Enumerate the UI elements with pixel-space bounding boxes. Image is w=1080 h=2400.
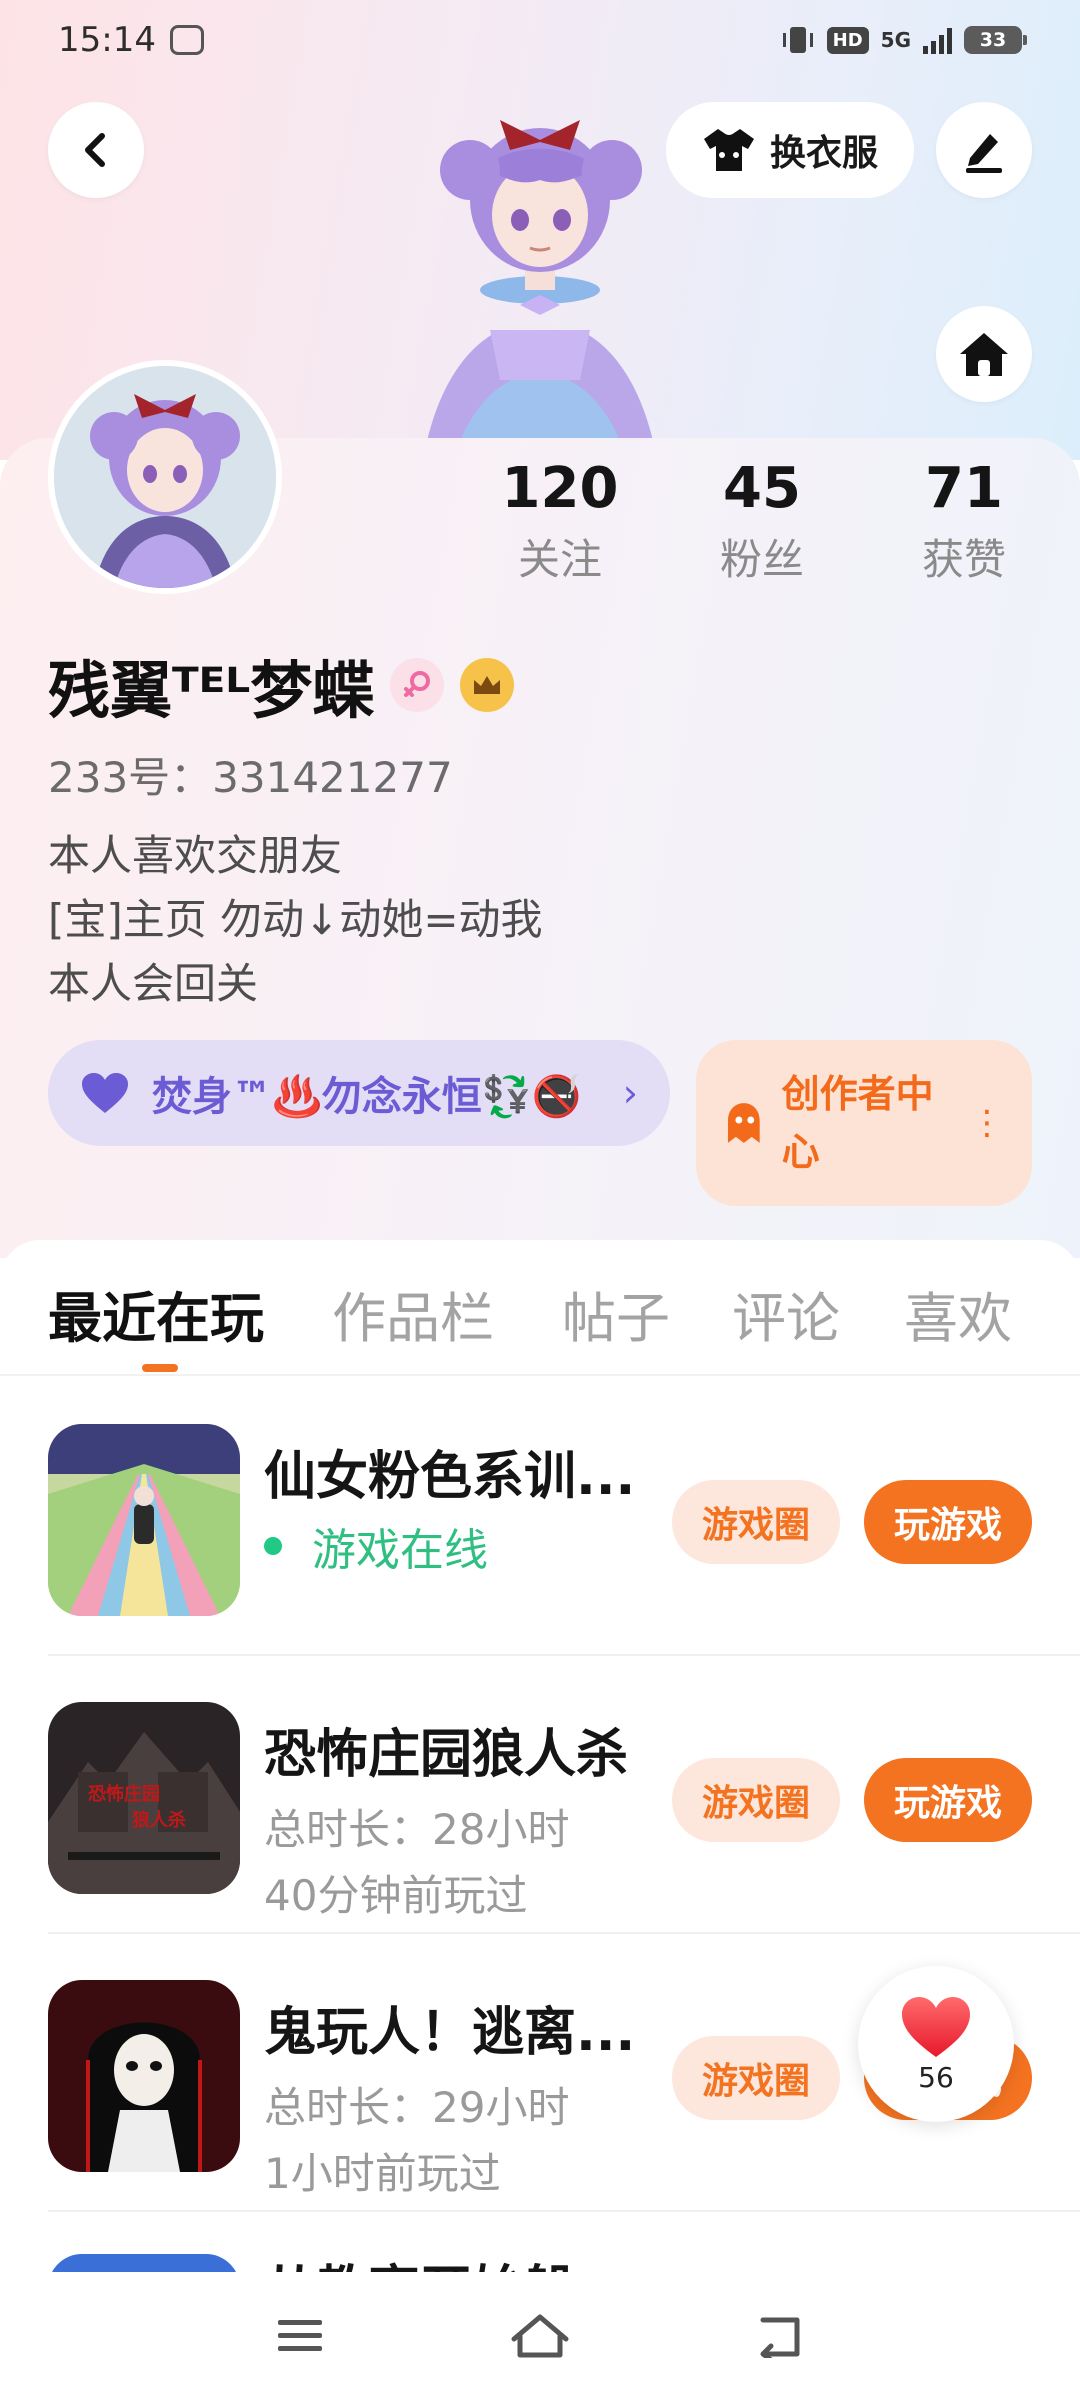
tab-posts[interactable]: 帖子 — [562, 1274, 670, 1353]
game-duration: 总时长：29小时 — [264, 2083, 570, 2132]
content-tabs: 最近在玩 作品栏 帖子 评论 喜欢 — [0, 1240, 1080, 1376]
like-count: 56 — [918, 2060, 954, 2094]
play-game-button[interactable]: 玩游戏 — [864, 1758, 1032, 1842]
stat-value: 120 — [501, 456, 619, 521]
game-icon[interactable] — [48, 1424, 240, 1616]
game-title: 仙女粉色系训... — [264, 1447, 636, 1507]
game-circle-button[interactable]: 游戏圈 — [672, 2036, 840, 2120]
bio-line: 本人喜欢交朋友 — [48, 831, 343, 880]
stat-label: 获赞 — [921, 535, 1006, 585]
home-button[interactable] — [936, 306, 1032, 402]
game-duration: 总时长：28小时 — [264, 1805, 570, 1854]
game-title: 从教室开始躲 — [264, 2248, 576, 2272]
tab-recent-play[interactable]: 最近在玩 — [48, 1274, 264, 1353]
user-id: 233号：331421277 — [48, 753, 453, 802]
game-title: 恐怖庄园狼人杀 — [264, 1725, 629, 1785]
bio-line: 本人会回关 — [48, 959, 259, 1008]
back-nav-icon[interactable] — [750, 2310, 810, 2362]
vibrate-icon — [782, 27, 813, 53]
bio: 本人喜欢交朋友 [宝]主页 勿动↓动她=动我 本人会回关 — [48, 824, 543, 1016]
game-online-status: 游戏在线 — [264, 1514, 488, 1578]
avatar-image — [54, 366, 276, 588]
like-button[interactable]: 56 — [858, 1966, 1014, 2122]
list-item[interactable]: 从教室开始躲 — [0, 2212, 1080, 2272]
avatar[interactable] — [48, 360, 282, 594]
battery-icon: 33 — [964, 26, 1027, 54]
status-bar: 15:14 HD 5G 33 — [0, 0, 1080, 80]
tshirt-icon — [703, 129, 754, 171]
chevron-right-icon: › — [622, 1071, 638, 1115]
heart-icon — [82, 1073, 128, 1113]
system-navigation-bar — [0, 2272, 1080, 2400]
play-game-button[interactable]: 玩游戏 — [864, 1480, 1032, 1564]
change-outfit-label: 换衣服 — [769, 133, 878, 174]
game-last-played: 40分钟前玩过 — [264, 1871, 528, 1920]
online-label: 游戏在线 — [312, 1525, 488, 1576]
game-icon[interactable] — [48, 1980, 240, 2172]
hd-badge: HD — [826, 26, 869, 54]
list-item[interactable]: 恐怖庄园 狼人杀 恐怖庄园狼人杀 总时长：28小时 40分钟前玩过 游戏圈 玩游… — [0, 1656, 1080, 1934]
game-circle-button[interactable]: 游戏圈 — [672, 1758, 840, 1842]
group-name: 焚身™♨️勿念永恒💱🚭 — [152, 1074, 582, 1120]
svg-text:狼人杀: 狼人杀 — [132, 1809, 186, 1831]
nickname-row: 残翼ᵀᴱᴸ梦蝶 — [48, 640, 515, 730]
active-tab-indicator — [142, 1364, 178, 1372]
edit-profile-button[interactable] — [936, 102, 1032, 198]
network-type: 5G — [880, 28, 911, 52]
avatar-3d-figure — [420, 120, 660, 480]
nickname: 残翼ᵀᴱᴸ梦蝶 — [48, 654, 375, 727]
menu-icon[interactable] — [270, 2310, 330, 2362]
stat-value: 71 — [925, 456, 1003, 521]
game-icon[interactable]: 恐怖庄园 狼人杀 — [48, 1702, 240, 1894]
online-dot — [264, 1537, 282, 1555]
status-time: 15:14 — [58, 20, 156, 60]
gender-female-icon — [390, 658, 445, 712]
profile-stats: 120 关注 45 粉丝 71 获赞 — [460, 455, 1060, 595]
group-pill[interactable]: 焚身™♨️勿念永恒💱🚭 › — [48, 1040, 670, 1146]
stat-likes[interactable]: 71 获赞 — [864, 455, 1064, 587]
crown-icon[interactable] — [460, 658, 515, 712]
stat-value: 45 — [723, 456, 801, 521]
house-icon — [960, 333, 1008, 376]
notification-app-icon — [169, 25, 204, 55]
tab-works[interactable]: 作品栏 — [332, 1274, 494, 1353]
stat-followers[interactable]: 45 粉丝 — [662, 455, 862, 587]
back-button[interactable] — [48, 102, 144, 198]
stat-label: 关注 — [517, 535, 602, 585]
pen-icon — [966, 134, 1002, 173]
change-outfit-button[interactable]: 换衣服 — [666, 102, 914, 198]
bio-line: [宝]主页 勿动↓动她=动我 — [48, 895, 543, 944]
game-icon[interactable] — [48, 2254, 240, 2272]
signal-icon — [923, 26, 952, 54]
stat-following[interactable]: 120 关注 — [460, 455, 660, 587]
game-title: 鬼玩人！逃离... — [264, 2003, 636, 2063]
creator-center-label: 创作者中心 — [781, 1072, 934, 1174]
more-icon[interactable]: ⋮ — [970, 1103, 1004, 1143]
svg-text:恐怖庄园: 恐怖庄园 — [88, 1783, 160, 1805]
ghost-icon — [727, 1103, 760, 1143]
game-last-played: 1小时前玩过 — [264, 2149, 501, 2198]
list-item[interactable]: 仙女粉色系训... 游戏在线 游戏圈 玩游戏 — [0, 1378, 1080, 1656]
chevron-left-icon — [85, 133, 105, 167]
game-circle-button[interactable]: 游戏圈 — [672, 1480, 840, 1564]
creator-center-button[interactable]: 创作者中心 ⋮ — [696, 1040, 1032, 1206]
tab-likes[interactable]: 喜欢 — [904, 1274, 1012, 1353]
stat-label: 粉丝 — [719, 535, 804, 585]
heart-icon — [902, 1996, 970, 2057]
tab-comments[interactable]: 评论 — [732, 1274, 840, 1353]
home-nav-icon[interactable] — [510, 2310, 570, 2362]
